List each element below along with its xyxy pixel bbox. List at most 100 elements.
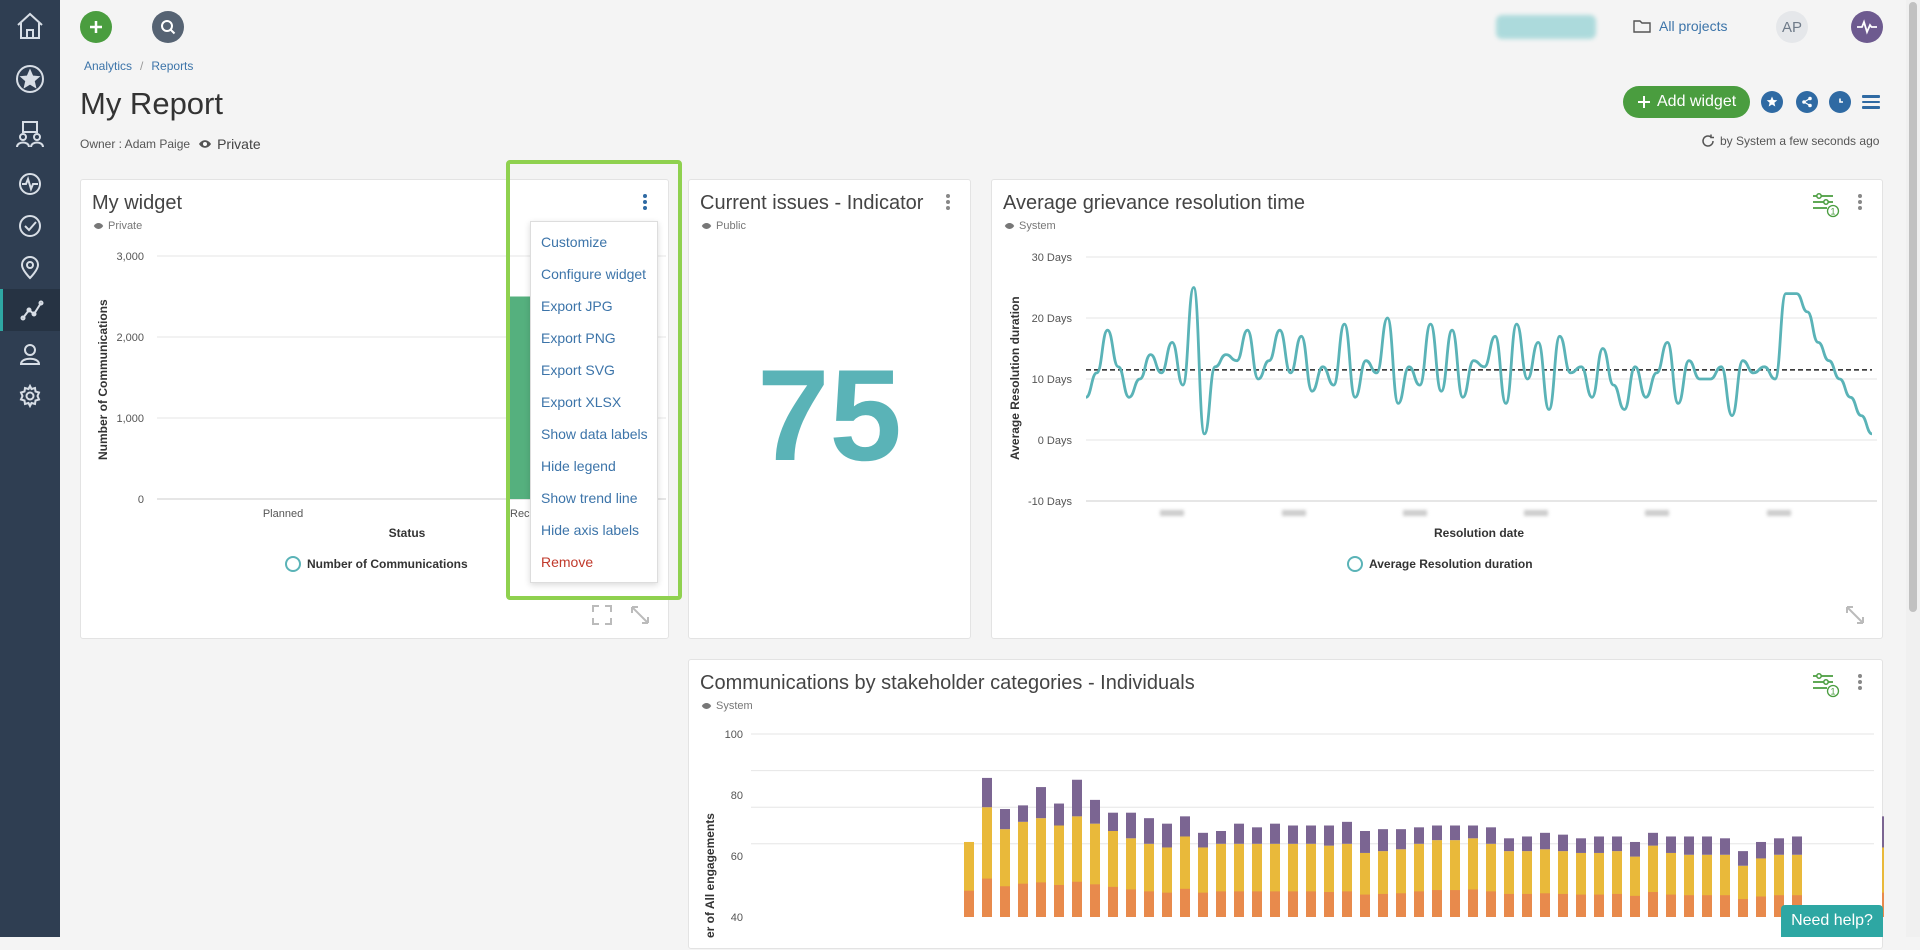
stack-bar-segment[interactable] [1360,830,1370,853]
sidebar-item-settings[interactable] [0,376,60,416]
avatar[interactable]: AP [1776,11,1808,43]
sidebar-item-home[interactable] [0,6,60,46]
stack-bar-segment[interactable] [1594,894,1604,917]
stack-bar-segment[interactable] [1558,834,1568,852]
menu-item-configure-widget[interactable]: Configure widget [531,258,657,290]
stack-bar-segment[interactable] [1036,787,1046,819]
stack-bar-segment[interactable] [1126,812,1136,839]
stack-bar-segment[interactable] [1234,891,1244,917]
sidebar-item-activity[interactable] [0,164,60,204]
stack-bar-segment[interactable] [1522,836,1532,852]
stack-bar-segment[interactable] [1432,825,1442,841]
stack-bar-segment[interactable] [1180,816,1190,837]
stack-bar-segment[interactable] [1342,821,1352,844]
create-button[interactable] [80,11,112,43]
stack-bar-segment[interactable] [1018,805,1028,822]
menu-item-export-xlsx[interactable]: Export XLSX [531,386,657,418]
stack-bar-segment[interactable] [1540,893,1550,917]
share-report-button[interactable] [1796,91,1818,113]
chart-legend[interactable]: Average Resolution duration [1347,556,1533,572]
stack-bar-segment[interactable] [982,777,992,808]
stack-bar-segment[interactable] [1270,891,1280,917]
stack-bar-segment[interactable] [982,878,992,917]
sidebar-item-favorites[interactable] [0,59,60,99]
stack-bar-segment[interactable] [1162,823,1172,848]
stack-bar-segment[interactable] [1018,883,1028,917]
stack-bar-segment[interactable] [1306,891,1316,917]
stack-bar-segment[interactable] [1252,891,1262,917]
stack-bar-segment[interactable] [1756,896,1766,917]
stack-bar-segment[interactable] [1198,892,1208,917]
menu-item-hide-legend[interactable]: Hide legend [531,450,657,482]
menu-item-customize[interactable]: Customize [531,226,657,258]
menu-item-export-jpg[interactable]: Export JPG [531,290,657,322]
report-menu-button[interactable] [1862,92,1882,112]
stack-bar-segment[interactable] [1612,836,1622,852]
search-button[interactable] [152,11,184,43]
breadcrumb-analytics[interactable]: Analytics [84,59,132,73]
page-scrollbar[interactable] [1906,0,1920,937]
refresh-info[interactable]: by System a few seconds ago [1701,134,1879,148]
stack-bar-segment[interactable] [1522,893,1532,917]
stack-bar-segment[interactable] [964,890,974,917]
stack-bar-segment[interactable] [1270,823,1280,844]
stack-bar-segment[interactable] [1648,892,1658,917]
sidebar-item-analytics[interactable] [0,289,60,331]
stack-bar-segment[interactable] [1486,827,1496,844]
stack-bar-segment[interactable] [1090,884,1100,917]
stack-bar-segment[interactable] [1396,829,1406,850]
stack-bar-segment[interactable] [1702,836,1712,855]
activity-monitor-button[interactable] [1851,11,1883,43]
sidebar-item-stakeholders[interactable] [0,114,60,154]
menu-item-remove[interactable]: Remove [531,546,657,578]
stack-bar-segment[interactable] [1666,836,1676,853]
stack-bar-segment[interactable] [1774,838,1784,855]
stack-bar-segment[interactable] [1198,832,1208,848]
stack-bar-segment[interactable] [1612,893,1622,917]
stack-bar-segment[interactable] [1000,809,1010,830]
stack-bar-segment[interactable] [1234,823,1244,844]
sidebar-item-tasks[interactable] [0,206,60,246]
fullscreen-icon[interactable] [591,604,613,626]
stack-bar-segment[interactable] [1288,891,1298,917]
stack-bar-segment[interactable] [1630,841,1640,857]
stack-bar-segment[interactable] [1630,895,1640,917]
stack-bar-segment[interactable] [1036,882,1046,917]
all-projects-link[interactable]: All projects [1633,18,1727,34]
favorite-report-button[interactable] [1761,91,1783,113]
stack-bar-segment[interactable] [1216,891,1226,917]
stack-bar-segment[interactable] [1648,832,1658,846]
stack-bar-segment[interactable] [1558,893,1568,917]
stack-bar-segment[interactable] [1054,803,1064,826]
stack-bar-segment[interactable] [1756,841,1766,859]
stack-bar-segment[interactable] [1378,893,1388,917]
stack-bar-segment[interactable] [1000,886,1010,917]
stack-bar-segment[interactable] [1666,894,1676,917]
stack-bar-segment[interactable] [1450,825,1460,841]
stack-bar-segment[interactable] [1468,889,1478,917]
stack-bar-segment[interactable] [1216,830,1226,844]
stack-bar-segment[interactable] [1072,779,1082,817]
stack-bar-segment[interactable] [1486,891,1496,917]
resize-icon[interactable] [1844,604,1866,626]
stack-bar-segment[interactable] [1738,899,1748,917]
stack-bar-segment[interactable] [1360,894,1370,917]
stack-bar-segment[interactable] [1738,851,1748,866]
stack-bar-segment[interactable] [1684,836,1694,855]
resize-icon[interactable] [629,604,651,626]
stack-bar-segment[interactable] [1342,891,1352,917]
stack-bar-segment[interactable] [1414,891,1424,917]
sidebar-item-locations[interactable] [0,248,60,288]
menu-item-hide-axis-labels[interactable]: Hide axis labels [531,514,657,546]
stack-bar-segment[interactable] [1720,895,1730,917]
stack-bar-segment[interactable] [1108,886,1118,917]
add-widget-button[interactable]: Add widget [1623,86,1751,118]
stack-bar-segment[interactable] [1882,816,1884,848]
stack-bar-segment[interactable] [1684,895,1694,917]
stack-bar-segment[interactable] [1126,889,1136,917]
stack-bar-segment[interactable] [1054,884,1064,917]
series-average-resolution[interactable] [1085,286,1873,436]
chart-legend[interactable]: Number of Communications [285,556,468,572]
stack-bar-segment[interactable] [1450,890,1460,917]
stack-bar-segment[interactable] [1504,893,1514,917]
